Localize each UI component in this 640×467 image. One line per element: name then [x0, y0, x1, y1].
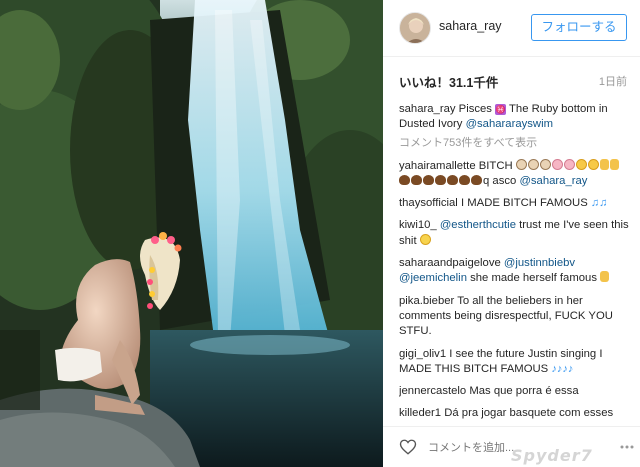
- comment-text: q asco: [483, 174, 520, 187]
- tongue-emoji-icon: [575, 158, 587, 170]
- music-note-icon: ♪♪♪♪: [551, 362, 574, 375]
- dog-emoji-icon: [527, 158, 539, 170]
- list-item: killeder1 Dá pra jogar basquete com esse…: [399, 406, 631, 421]
- comment-username[interactable]: yahairamallette: [399, 160, 476, 172]
- poo-emoji-icon: [459, 174, 470, 185]
- comment-mention[interactable]: @justinnbiebv: [501, 257, 575, 269]
- post-header: sahara_ray フォローする: [383, 0, 640, 57]
- comment-username[interactable]: jennercastelo: [399, 385, 466, 397]
- pig-emoji-icon: [563, 158, 575, 170]
- comment-text: BITCH: [475, 159, 516, 172]
- waterfall-photo-image: [0, 0, 383, 467]
- comment-text: I MADE BITCH FAMOUS: [457, 197, 591, 210]
- post-photo[interactable]: [0, 0, 383, 467]
- comment-username[interactable]: gigi_oliv1: [399, 348, 446, 360]
- comment-username[interactable]: killeder1: [399, 407, 441, 419]
- pisces-icon: ♓: [495, 104, 507, 115]
- view-all-comments-link[interactable]: コメント753件をすべて表示: [399, 136, 631, 151]
- dog-emoji-icon: [539, 158, 551, 170]
- list-item: gigi_oliv1 I see the future Justin singi…: [399, 347, 631, 378]
- heart-icon[interactable]: [399, 438, 417, 456]
- comment-username[interactable]: pika.bieber: [399, 295, 454, 307]
- thumbs-down-icon: [599, 158, 609, 170]
- music-note-icon: ♫♫: [590, 197, 608, 210]
- poo-emoji-icon: [399, 174, 410, 185]
- likes-row: いいね！31.1千件 1日前: [399, 72, 627, 90]
- caption-text: Pisces: [455, 103, 496, 115]
- comment-mention[interactable]: @sahara_ray: [519, 175, 587, 187]
- poo-emoji-icon: [447, 174, 458, 185]
- pig-emoji-icon: [551, 158, 563, 170]
- comment-text: she made herself famous: [466, 272, 601, 285]
- avatar[interactable]: [399, 12, 431, 44]
- comment-username[interactable]: saharaandpaigelove: [399, 257, 501, 269]
- poo-emoji-icon: [411, 174, 422, 185]
- list-item: kiwi10_ @estherthcutie trust me I've see…: [399, 218, 631, 249]
- comment-text: Dá pra jogar basquete com esses: [441, 407, 614, 420]
- list-item: pika.bieber To all the beliebers in her …: [399, 294, 631, 340]
- comment-username[interactable]: thaysofficial: [399, 197, 458, 209]
- list-item: yahairamallette BITCH q asco @sahara_ray: [399, 158, 631, 190]
- comment-text: Mas que porra é essa: [466, 385, 579, 398]
- comment-mention[interactable]: @estherthcutie: [437, 219, 516, 231]
- thumbs-up-icon: [600, 271, 610, 283]
- list-item: jennercastelo Mas que porra é essa: [399, 384, 631, 399]
- list-item: thaysofficial I MADE BITCH FAMOUS ♫♫: [399, 196, 631, 211]
- comment-username[interactable]: sahara_ray: [399, 103, 456, 115]
- comment-username[interactable]: kiwi10_: [399, 219, 437, 231]
- follow-button[interactable]: フォローする: [531, 14, 627, 41]
- poo-emoji-icon: [471, 174, 482, 185]
- likes-count[interactable]: いいね！31.1千件: [399, 72, 498, 91]
- tongue-emoji-icon: [587, 158, 599, 170]
- more-options-icon[interactable]: [620, 440, 634, 454]
- post-time[interactable]: 1日前: [599, 73, 627, 89]
- laughing-emoji-icon: [419, 233, 431, 245]
- caption-mention[interactable]: @sahararayswim: [466, 118, 553, 130]
- list-item: saharaandpaigelove @justinnbiebv @jeemic…: [399, 256, 631, 287]
- dog-emoji-icon: [515, 158, 527, 170]
- post-detail-panel: sahara_ray フォローする いいね！31.1千件 1日前 sahara_…: [383, 0, 640, 467]
- avatar-image: [400, 13, 430, 43]
- poo-emoji-icon: [435, 174, 446, 185]
- comment-footer: Spyder7: [383, 426, 640, 467]
- thumbs-down-icon: [609, 158, 619, 170]
- comment-mention[interactable]: @jeemichelin: [399, 272, 467, 284]
- comments-list[interactable]: sahara_ray Pisces ♓ The Ruby bottom in D…: [399, 102, 631, 426]
- post-username-link[interactable]: sahara_ray: [439, 19, 502, 33]
- watermark-logo: Spyder7: [511, 446, 593, 465]
- caption: sahara_ray Pisces ♓ The Ruby bottom in D…: [399, 102, 631, 133]
- poo-emoji-icon: [423, 174, 434, 185]
